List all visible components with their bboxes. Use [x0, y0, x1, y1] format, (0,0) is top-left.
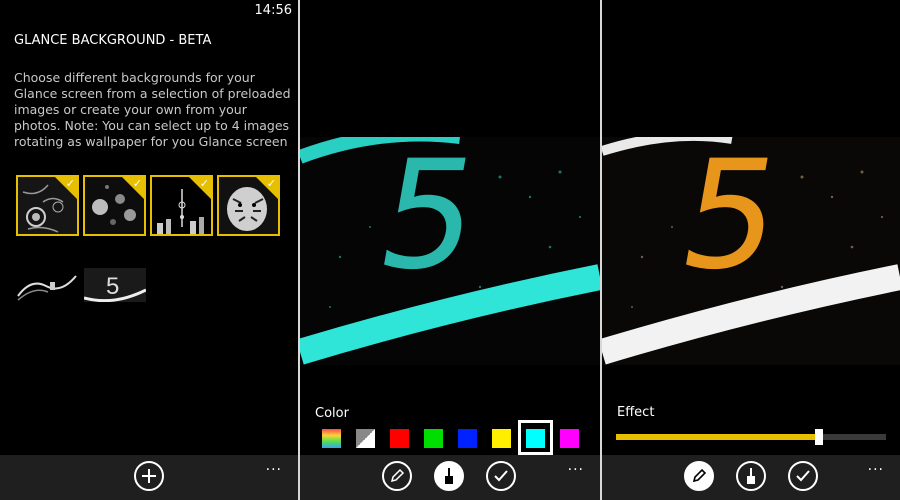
check-icon [796, 470, 810, 482]
more-options-button[interactable]: ... [568, 458, 584, 474]
preview-image-orange: 5 [602, 137, 900, 365]
great-wall-image [16, 268, 78, 302]
thumbnail-number-five[interactable]: 5 [84, 268, 146, 302]
swatch-red[interactable] [390, 429, 409, 448]
app-bar: ... [0, 455, 298, 500]
swatch-green[interactable] [424, 429, 443, 448]
glance-background-panel: 14:56 GLANCE BACKGROUND - BETA Choose di… [0, 0, 298, 500]
color-editor-panel: 5 Color ... [300, 0, 600, 500]
swatch-rainbow[interactable] [322, 429, 341, 448]
brush-button[interactable] [736, 461, 766, 491]
confirm-button[interactable] [486, 461, 516, 491]
check-icon: ✓ [266, 177, 276, 190]
effect-editor-panel: 5 Effect ... [602, 0, 900, 500]
status-time: 14:56 [254, 3, 292, 18]
page-title: GLANCE BACKGROUND - BETA [14, 33, 212, 48]
check-icon: ✓ [65, 177, 75, 190]
number-five-image: 5 [84, 268, 146, 302]
color-label: Color [315, 406, 349, 421]
pencil-icon [692, 468, 707, 483]
check-icon: ✓ [199, 177, 209, 190]
confirm-button[interactable] [788, 461, 818, 491]
brush-icon [747, 468, 755, 484]
more-options-button[interactable]: ... [868, 458, 884, 474]
app-bar: ... [300, 455, 600, 500]
effect-slider[interactable] [616, 434, 886, 440]
swatch-blue[interactable] [458, 429, 477, 448]
svg-text:5: 5 [106, 273, 119, 300]
thumbnail-tiger[interactable]: ✓ [217, 175, 280, 236]
check-icon: ✓ [132, 177, 142, 190]
thumbnail-city-skyline[interactable]: ✓ [150, 175, 213, 236]
plus-icon [142, 469, 156, 483]
add-button[interactable] [134, 461, 164, 491]
swatch-cyan[interactable] [526, 429, 545, 448]
thumbnail-flowers[interactable]: ✓ [16, 175, 79, 236]
effect-slider-thumb[interactable] [814, 429, 823, 445]
page-description: Choose different backgrounds for your Gl… [14, 70, 291, 149]
swatch-white-black[interactable] [356, 429, 375, 448]
swatch-magenta[interactable] [560, 429, 579, 448]
effect-slider-fill [616, 434, 819, 440]
swatch-yellow[interactable] [492, 429, 511, 448]
brush-icon [445, 468, 453, 484]
check-icon [494, 470, 508, 482]
pencil-icon [390, 468, 405, 483]
effect-label: Effect [617, 405, 655, 420]
brush-button[interactable] [434, 461, 464, 491]
app-bar: ... [602, 455, 900, 500]
thumbnail-lanterns[interactable]: ✓ [83, 175, 146, 236]
more-options-button[interactable]: ... [266, 458, 282, 474]
preview-image-cyan: 5 [300, 137, 600, 365]
pencil-button[interactable] [382, 461, 412, 491]
pencil-button[interactable] [684, 461, 714, 491]
thumbnail-great-wall[interactable] [16, 268, 78, 302]
